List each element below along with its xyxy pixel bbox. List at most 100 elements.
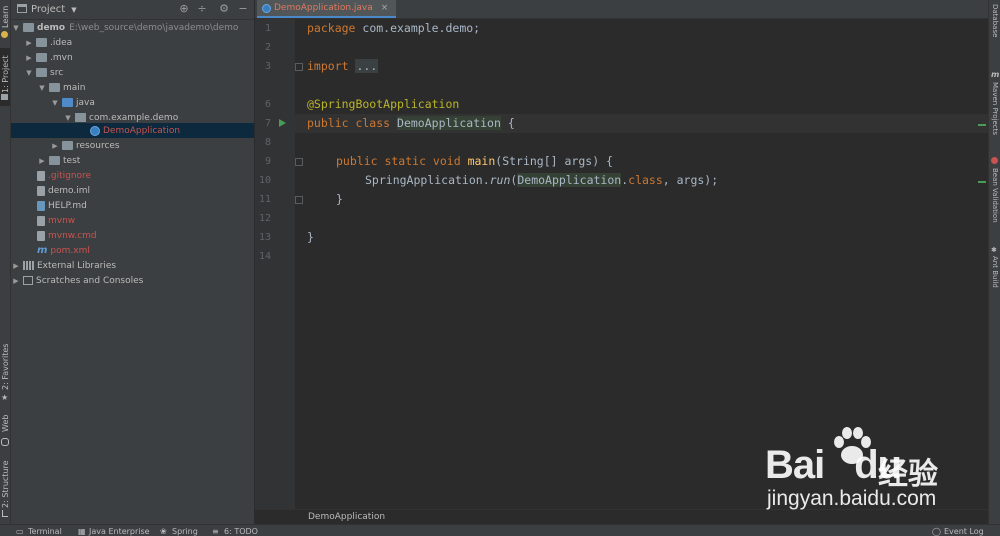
tree-item-label: mvnw: [48, 215, 76, 226]
watermark-url: jingyan.baidu.com: [767, 487, 937, 510]
run-gutter-icon[interactable]: [279, 119, 286, 127]
project-panel-header: Project ▼ ⊕ ÷ ⚙ −: [11, 0, 254, 20]
line-number: 3: [264, 61, 271, 72]
chevron-down-icon[interactable]: ▼: [71, 6, 76, 14]
tool-tab-database[interactable]: Database: [991, 4, 999, 37]
fold-marker-icon[interactable]: [295, 158, 303, 166]
tree-item-main[interactable]: ▼ main: [37, 80, 85, 95]
folded-imports[interactable]: ...: [355, 59, 379, 73]
tree-item-label: HELP.md: [48, 200, 87, 211]
tree-item-idea[interactable]: ▶ .idea: [24, 35, 72, 50]
spring-boot-class-icon: [262, 3, 271, 13]
editor-tab-label: DemoApplication.java: [274, 3, 373, 13]
libraries-icon: [23, 261, 34, 270]
tree-item-label: .idea: [50, 37, 73, 48]
tool-tab-project[interactable]: 1: Project: [0, 48, 10, 106]
tool-tab-structure-label: 2: Structure: [1, 460, 10, 508]
tree-item-mvn[interactable]: ▶ .mvn: [24, 50, 72, 65]
code-token: public class: [307, 116, 391, 130]
tree-item-label: .gitignore: [48, 170, 92, 181]
bulb-icon: [1, 31, 8, 38]
tool-tab-maven[interactable]: Maven Projects: [991, 82, 999, 135]
code-token: main: [467, 154, 496, 168]
code-token: DemoApplication: [517, 173, 622, 187]
code-line-11: }: [336, 190, 343, 209]
chevron-right-icon[interactable]: ▶: [24, 39, 34, 47]
ant-icon: ✱: [991, 246, 997, 254]
folder-icon: [36, 68, 47, 77]
tree-item-path: E:\web_source\demo\javademo\demo: [69, 22, 239, 33]
chevron-right-icon[interactable]: ▶: [11, 262, 21, 270]
chevron-down-icon[interactable]: ▼: [11, 24, 21, 32]
line-number: 7: [264, 118, 271, 129]
fold-marker-icon[interactable]: [295, 63, 303, 71]
tool-tab-learn[interactable]: Learn: [0, 0, 10, 45]
gear-icon[interactable]: ⚙: [218, 3, 230, 15]
tree-item-label: pom.xml: [50, 245, 90, 256]
tree-item-label: src: [50, 67, 64, 78]
tool-tab-web[interactable]: Web: [0, 415, 10, 448]
tree-item-demoapplication[interactable]: DemoApplication: [11, 123, 254, 138]
chevron-right-icon[interactable]: ▶: [11, 277, 21, 285]
chevron-right-icon[interactable]: ▶: [24, 54, 34, 62]
source-folder-icon: [62, 98, 73, 107]
folder-icon: [36, 38, 47, 47]
tree-item-resources[interactable]: ▶ resources: [50, 138, 120, 153]
line-number: 14: [258, 251, 271, 262]
line-number: 8: [264, 137, 271, 148]
chevron-down-icon[interactable]: ▼: [37, 84, 47, 92]
minimize-icon[interactable]: −: [237, 3, 249, 15]
tree-item-label: resources: [76, 140, 120, 151]
editor-tab-bar: DemoApplication.java ×: [255, 0, 988, 19]
package-icon: [75, 113, 86, 122]
line-number: 10: [258, 175, 271, 186]
tool-tab-project-label: 1: Project: [1, 55, 10, 93]
collapse-icon[interactable]: ÷: [196, 3, 208, 15]
tree-item-pom-xml[interactable]: m pom.xml: [34, 243, 90, 258]
file-icon: [37, 170, 45, 181]
tree-item-label: test: [63, 155, 81, 166]
spring-boot-class-icon: [90, 125, 100, 136]
tree-item-external-libraries[interactable]: ▶ External Libraries: [11, 258, 116, 273]
tree-item-mvnw[interactable]: mvnw: [34, 213, 75, 228]
code-token: class: [628, 173, 663, 187]
right-tool-strip: Database m Maven Projects Bean Validatio…: [988, 0, 1000, 524]
chevron-down-icon[interactable]: ▼: [50, 99, 60, 107]
globe-icon: [1, 438, 9, 446]
tree-item-label: mvnw.cmd: [48, 230, 97, 241]
code-token: public static void: [336, 154, 461, 168]
baidu-jingyan-watermark: Bai du 经验 jingyan.baidu.com: [765, 425, 965, 515]
file-icon: [37, 230, 45, 241]
tree-item-test[interactable]: ▶ test: [37, 153, 80, 168]
structure-icon: [2, 510, 8, 517]
project-view-icon: [17, 4, 27, 13]
chevron-right-icon[interactable]: ▶: [37, 157, 47, 165]
tool-tab-structure[interactable]: 2: Structure: [0, 460, 10, 518]
tool-tab-ant-build[interactable]: Ant Build: [991, 256, 999, 288]
code-line-3: import ...: [307, 57, 379, 76]
code-line-10: SpringApplication.run(DemoApplication.cl…: [365, 171, 718, 190]
tree-item-demo[interactable]: ▼ demo E:\web_source\demo\javademo\demo: [11, 20, 238, 35]
scroll-marker: [978, 181, 986, 183]
tool-tab-favorites[interactable]: 2: Favorites ★: [0, 344, 10, 402]
chevron-down-icon[interactable]: ▼: [24, 69, 34, 77]
chevron-down-icon[interactable]: ▼: [63, 114, 73, 122]
chevron-right-icon[interactable]: ▶: [50, 142, 60, 150]
fold-marker-icon[interactable]: [295, 196, 303, 204]
tree-item-java[interactable]: ▼ java: [50, 95, 95, 110]
code-token: run: [489, 173, 511, 187]
tool-tab-bean-validation[interactable]: Bean Validation: [991, 168, 999, 223]
tree-item-scratches[interactable]: ▶ Scratches and Consoles: [11, 273, 143, 288]
locate-icon[interactable]: ⊕: [178, 3, 190, 15]
left-tool-strip: Learn 1: Project 2: Favorites ★ Web 2: S…: [0, 0, 11, 535]
code-token: package: [307, 21, 356, 35]
tree-item-src[interactable]: ▼ src: [24, 65, 63, 80]
tree-item-help-md[interactable]: HELP.md: [34, 198, 87, 213]
close-icon[interactable]: ×: [381, 3, 389, 13]
breadcrumb-item[interactable]: DemoApplication: [308, 512, 385, 522]
tree-item-demo-iml[interactable]: demo.iml: [34, 183, 90, 198]
editor-tab-demoapplication[interactable]: DemoApplication.java ×: [257, 0, 397, 18]
scratches-icon: [23, 276, 33, 285]
tree-item-gitignore[interactable]: .gitignore: [34, 168, 91, 183]
tree-item-mvnw-cmd[interactable]: mvnw.cmd: [34, 228, 97, 243]
